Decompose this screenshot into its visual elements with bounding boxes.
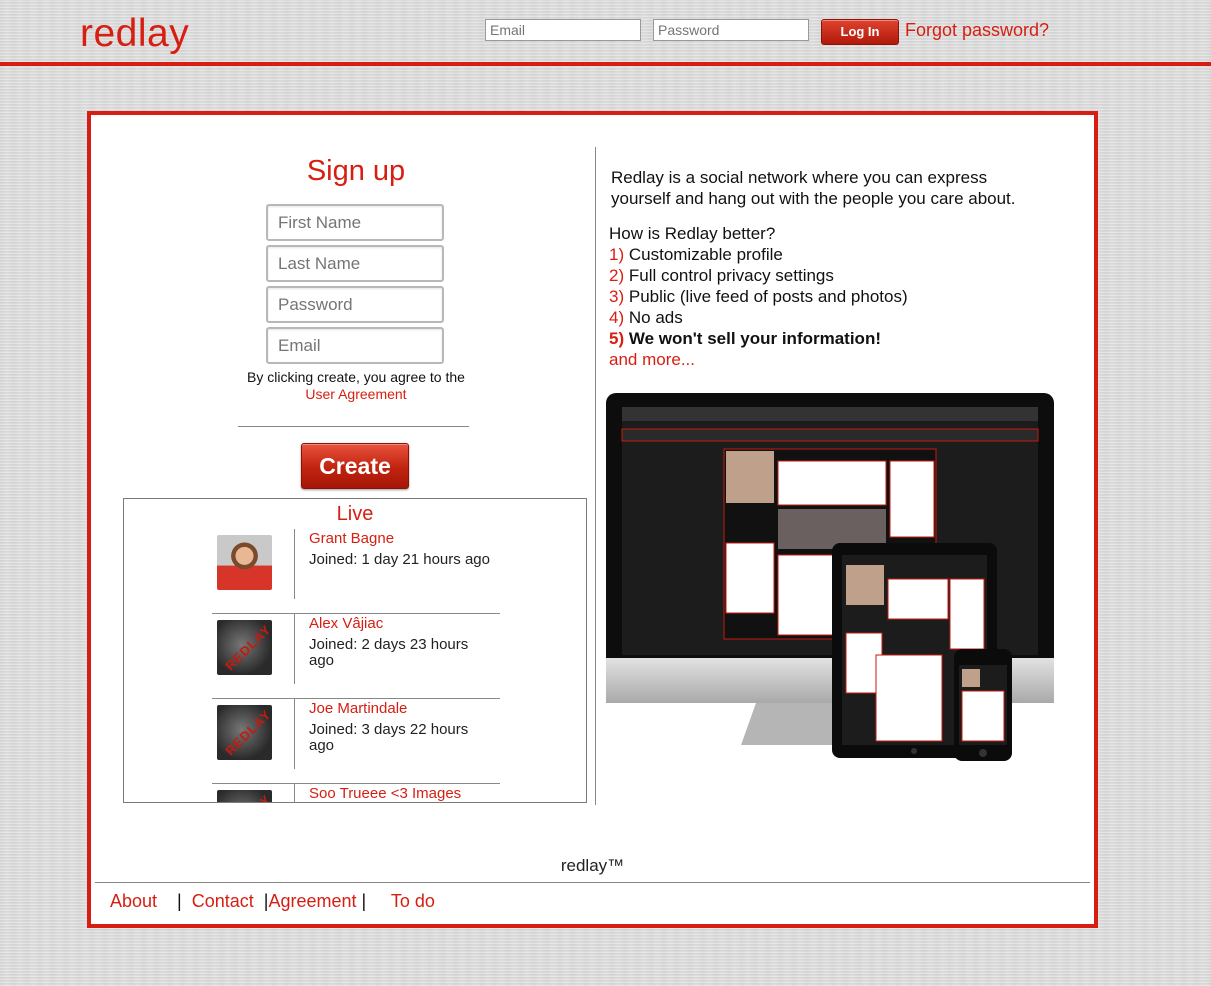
live-title: Live <box>336 503 374 525</box>
footer-divider <box>95 882 1090 883</box>
login-email-input[interactable] <box>485 19 641 41</box>
agreement-notice: By clicking create, you agree to the Use… <box>231 369 481 403</box>
login-password-input[interactable] <box>653 19 809 41</box>
feature-item: 3) Public (live feed of posts and photos… <box>609 287 908 306</box>
user-agreement-link[interactable]: User Agreement <box>305 386 406 402</box>
live-item[interactable]: REDLAY Joe Martindale Joined: 3 days 22 … <box>212 699 500 784</box>
live-item-name[interactable]: Joe Martindale <box>309 700 407 717</box>
more-link[interactable]: and more... <box>609 349 1049 370</box>
feature-item: 4) No ads <box>609 308 683 327</box>
signup-title: Sign up <box>306 155 406 187</box>
signup-password-field[interactable] <box>266 286 444 323</box>
live-item-joined: Joined: 2 days 23 hours ago <box>309 636 469 669</box>
feature-item: 1) Customizable profile <box>609 245 783 264</box>
column-divider <box>595 147 596 805</box>
avatar[interactable]: REDLAY <box>217 620 272 675</box>
feature-item: 2) Full control privacy settings <box>609 266 834 285</box>
devices-illustration <box>606 393 1054 761</box>
top-bar: redlay Log In Forgot password? <box>0 0 1211 62</box>
avatar[interactable]: REDLAY <box>217 790 272 802</box>
feature-item: 5) We won't sell your information! <box>609 329 881 348</box>
footer-agreement-link[interactable]: Agreement <box>268 891 356 911</box>
live-item[interactable]: REDLAY Alex Vâjiac Joined: 2 days 23 hou… <box>212 614 500 699</box>
last-name-field[interactable] <box>266 245 444 282</box>
main-panel: Sign up By clicking create, you agree to… <box>87 111 1098 928</box>
footer-brand: redlay™ <box>560 856 625 875</box>
footer-todo-link[interactable]: To do <box>391 891 435 911</box>
avatar[interactable] <box>217 535 272 590</box>
intro-text: Redlay is a social network where you can… <box>611 168 1016 208</box>
create-button[interactable]: Create <box>301 443 409 489</box>
login-button[interactable]: Log In <box>821 19 899 45</box>
live-item-name[interactable]: Soo Trueee <3 Images <box>309 785 461 802</box>
avatar[interactable]: REDLAY <box>217 705 272 760</box>
first-name-field[interactable] <box>266 204 444 241</box>
signup-divider <box>238 426 469 427</box>
signup-email-field[interactable] <box>266 327 444 364</box>
live-item-joined: Joined: 1 day 21 hours ago <box>309 551 490 568</box>
features-question: How is Redlay better? <box>609 224 776 243</box>
logo[interactable]: redlay <box>80 12 189 56</box>
header-divider <box>0 62 1211 66</box>
live-item-name[interactable]: Grant Bagne <box>309 530 394 547</box>
live-item[interactable]: REDLAY Soo Trueee <3 Images <box>212 784 500 802</box>
footer-links: About | Contact |Agreement | To do <box>110 891 435 911</box>
agreement-text: By clicking create, you agree to the <box>247 369 465 385</box>
footer-about-link[interactable]: About <box>110 891 157 911</box>
footer-contact-link[interactable]: Contact <box>192 891 254 911</box>
forgot-password-link[interactable]: Forgot password? <box>905 20 1049 41</box>
live-item-joined: Joined: 3 days 22 hours ago <box>309 721 469 754</box>
live-item[interactable]: Grant Bagne Joined: 1 day 21 hours ago <box>212 529 500 614</box>
features-list: How is Redlay better? 1) Customizable pr… <box>609 223 1049 370</box>
live-feed[interactable]: Live Grant Bagne Joined: 1 day 21 hours … <box>123 498 587 803</box>
live-item-name[interactable]: Alex Vâjiac <box>309 615 383 632</box>
